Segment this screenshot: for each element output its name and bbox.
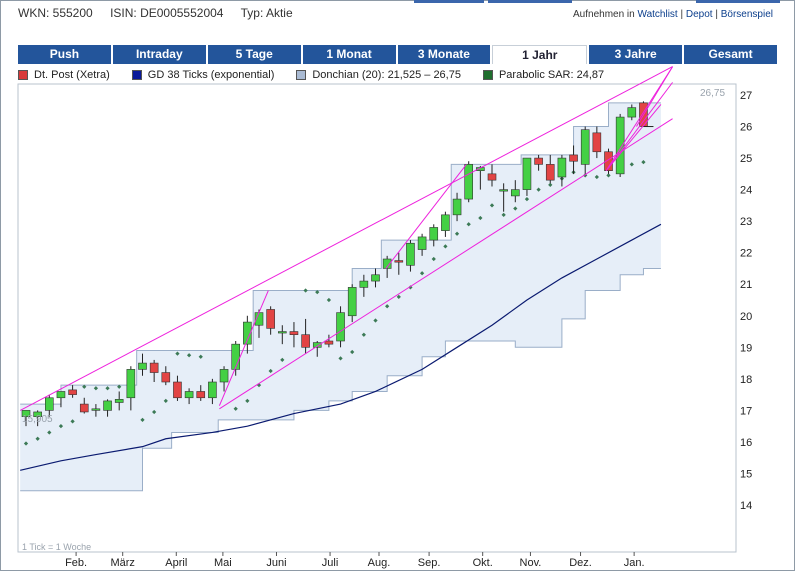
candle-body (569, 154, 578, 162)
tick-note: 1 Tick = 1 Woche (22, 542, 91, 552)
candle-body (301, 334, 310, 348)
candle-body (557, 157, 567, 178)
candle-body (126, 369, 136, 399)
candle-body (487, 173, 497, 181)
x-tick-label: Juni (266, 557, 286, 569)
candle-body (522, 157, 532, 190)
candle-body (324, 340, 334, 345)
candle-body (592, 132, 602, 153)
candle-body (545, 164, 555, 181)
candle-body (196, 391, 206, 399)
candle-body (56, 391, 66, 399)
y-axis: 14 15 16 17 18 19 20 21 22 23 24 25 26 27 (740, 90, 752, 512)
candle-body (219, 369, 229, 383)
x-tick-label: Feb. (65, 557, 87, 569)
low-price-label: 15,905 (22, 414, 53, 425)
candle-body (103, 400, 112, 411)
candle-body (231, 343, 240, 370)
candle-body (441, 214, 450, 231)
candle-body (79, 403, 89, 413)
candle-body (173, 381, 182, 399)
candle-body (336, 312, 345, 342)
x-tick-label: Jan. (624, 557, 645, 569)
candle-body (580, 129, 590, 165)
y-tick-label: 22 (740, 248, 752, 260)
candle-body (371, 274, 380, 282)
y-tick-label: 17 (740, 405, 752, 417)
candle-body (499, 189, 508, 192)
y-tick-label: 24 (740, 185, 752, 197)
candle-body (289, 331, 299, 335)
candle-body (114, 399, 124, 403)
candle-body (627, 107, 637, 118)
candle-body (138, 362, 147, 370)
candle-body (44, 397, 54, 411)
x-tick-label: Aug. (368, 557, 391, 569)
candle-body (615, 116, 625, 175)
candle-body (406, 242, 415, 266)
candle-body (429, 227, 439, 241)
candle-body (161, 372, 171, 383)
x-tick-label: Mai (214, 557, 232, 569)
x-tick-label: Sep. (418, 557, 441, 569)
y-tick-label: 18 (740, 374, 752, 386)
candle-body (510, 189, 520, 197)
candle-body (68, 389, 77, 395)
candle-body (359, 280, 369, 288)
y-tick-label: 21 (740, 279, 752, 291)
y-tick-label: 20 (740, 311, 752, 323)
candle-body (464, 164, 474, 200)
x-tick-label: Nov. (520, 557, 542, 569)
price-chart: 14 15 16 17 18 19 20 21 22 23 24 25 26 27 Feb. März Apr… (17, 66, 752, 569)
y-tick-label: 27 (740, 90, 752, 102)
candle-body (184, 391, 194, 399)
x-tick-label: Juli (322, 557, 339, 569)
candle-body (277, 331, 287, 334)
x-tick-label: Okt. (473, 557, 493, 569)
candle-body (452, 198, 462, 216)
y-tick-label: 25 (740, 153, 752, 165)
candle-body (208, 381, 217, 399)
candle-body (417, 236, 427, 250)
y-tick-label: 26 (740, 122, 752, 134)
candle-body (394, 260, 404, 263)
y-tick-label: 16 (740, 437, 752, 449)
x-tick-label: Dez. (569, 557, 592, 569)
high-price-label: 26,75 (700, 88, 725, 99)
y-tick-label: 14 (740, 500, 752, 512)
y-tick-label: 23 (740, 216, 752, 228)
y-tick-label: 15 (740, 468, 752, 480)
x-tick-label: März (110, 557, 134, 569)
candle-body (266, 309, 275, 329)
candle-body (91, 408, 101, 411)
y-tick-label: 19 (740, 342, 752, 354)
candle-body (149, 362, 159, 373)
candle-body (347, 287, 357, 317)
x-tick-label: April (165, 557, 187, 569)
x-axis: Feb. März April Mai Juni Juli Aug. Sep. Okt. Nov.… (65, 552, 645, 569)
candle-body (534, 157, 543, 165)
